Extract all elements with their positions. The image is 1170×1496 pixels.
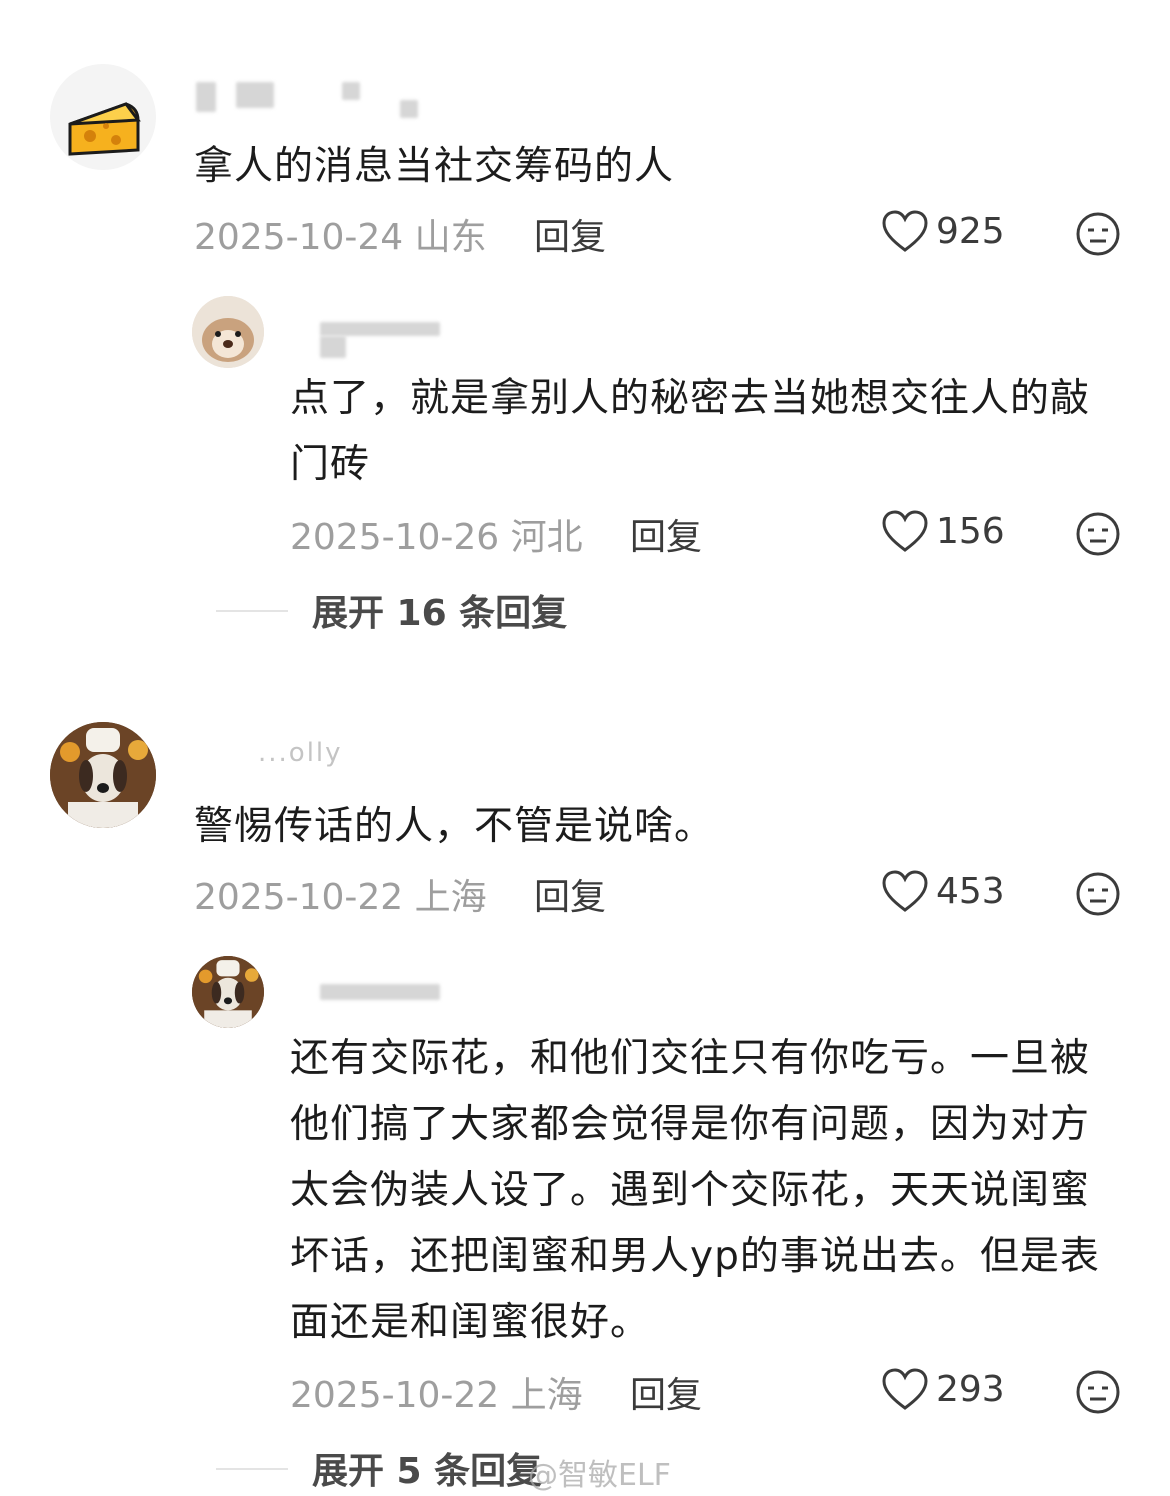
cheese-icon xyxy=(68,102,141,156)
expand-replies-button[interactable]: 展开 16 条回复 xyxy=(312,584,567,636)
heart-icon xyxy=(882,210,928,252)
username-blurred[interactable] xyxy=(290,316,450,362)
expand-replies-button[interactable]: 展开 5 条回复 xyxy=(312,1442,542,1494)
heart-icon xyxy=(882,510,928,552)
like-count: 453 xyxy=(936,870,1005,912)
comment-text: 拿人的消息当社交筹码的人 xyxy=(194,144,675,189)
like-button[interactable]: 453 xyxy=(880,868,1005,914)
like-button[interactable]: 293 xyxy=(880,1366,1005,1412)
reply-text: 点了，就是拿别人的秘密去当她想交往人的敲门砖 xyxy=(290,376,1091,487)
comment-date: 2025-10-22 上海 xyxy=(290,1375,583,1416)
neutral-face-icon xyxy=(1076,512,1120,556)
divider xyxy=(216,1468,288,1470)
avatar[interactable] xyxy=(50,722,156,828)
dislike-button[interactable] xyxy=(1074,210,1122,258)
avatar[interactable] xyxy=(192,956,264,1028)
reply-button[interactable]: 回复 xyxy=(534,208,606,260)
like-count: 293 xyxy=(936,1368,1005,1410)
reply-button[interactable]: 回复 xyxy=(534,868,606,920)
reply-button[interactable]: 回复 xyxy=(630,1366,702,1418)
dog-chef-icon xyxy=(192,956,264,1028)
like-count: 156 xyxy=(936,510,1005,552)
neutral-face-icon xyxy=(1076,872,1120,916)
hamster-icon xyxy=(192,296,264,368)
dislike-button[interactable] xyxy=(1074,870,1122,918)
like-button[interactable]: 925 xyxy=(880,208,1005,254)
divider xyxy=(216,610,288,612)
neutral-face-icon xyxy=(1076,212,1120,256)
dislike-button[interactable] xyxy=(1074,510,1122,558)
like-count: 925 xyxy=(936,210,1005,252)
comment-date: 2025-10-24 山东 xyxy=(194,217,487,258)
username-blurred[interactable] xyxy=(290,976,450,1022)
username-blurred[interactable] xyxy=(196,76,436,122)
reply-button[interactable]: 回复 xyxy=(630,508,702,560)
reply-text: 还有交际花，和他们交往只有你吃亏。一旦被他们搞了大家都会觉得是你有问题，因为对方… xyxy=(290,1036,1100,1345)
neutral-face-icon xyxy=(1076,1370,1120,1414)
comment-date: 2025-10-26 河北 xyxy=(290,517,583,558)
dog-chef-icon xyxy=(50,722,156,828)
watermark: @智敏ELF xyxy=(528,1458,671,1493)
avatar[interactable] xyxy=(50,64,156,170)
comment-text: 警惕传话的人，不管是说啥。 xyxy=(194,804,715,849)
like-button[interactable]: 156 xyxy=(880,508,1005,554)
dislike-button[interactable] xyxy=(1074,1368,1122,1416)
comment-date: 2025-10-22 上海 xyxy=(194,877,487,918)
heart-icon xyxy=(882,870,928,912)
heart-icon xyxy=(882,1368,928,1410)
avatar[interactable] xyxy=(192,296,264,368)
username[interactable]: ...olly xyxy=(258,738,343,784)
